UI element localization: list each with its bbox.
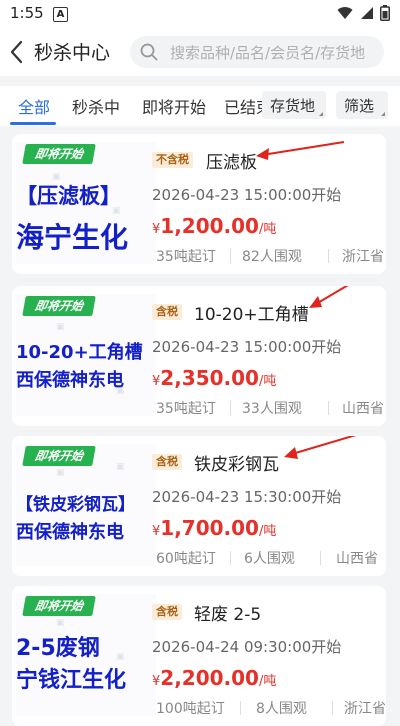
signal-icon: [361, 7, 373, 19]
chevron-left-icon: [10, 40, 23, 64]
dropdown-corner-icon: [381, 112, 385, 116]
tabs-scroller: 全部 秒杀中 即将开始 已结束: [0, 86, 264, 126]
view-count: 6人围观: [244, 551, 295, 567]
back-button[interactable]: [6, 38, 30, 66]
product-image: ▣ ▣ 即将开始 【铁皮彩钢瓦】 西保德神东电: [16, 444, 156, 566]
min-order: 35吨起订: [156, 249, 216, 265]
image-text-line1: 【铁皮彩钢瓦】: [16, 495, 135, 515]
product-image: ▣ ▣ 即将开始 10-20+工角槽 西保德神东电: [16, 294, 156, 416]
listing-card[interactable]: ▣ ▣ 即将开始 10-20+工角槽 西保德神东电 含税 10-20+工角槽 2…: [12, 286, 386, 426]
header: 秒杀中心 搜索品种/品名/会员名/存货地: [0, 28, 400, 76]
product-name: 铁皮彩钢瓦: [194, 455, 279, 475]
product-image: ▣ ▣ 即将开始 2-5废钢 宁钱江生化: [16, 594, 156, 716]
start-time: 2026-04-23 15:00:00开始: [152, 186, 342, 204]
price-unit: /吨: [258, 222, 277, 237]
image-text-line2: 西保德神东电: [16, 370, 124, 391]
price: ¥1,700.00/吨: [152, 516, 276, 540]
watermark-icon: ▣: [116, 462, 125, 472]
tax-badge: 含税: [152, 454, 182, 470]
listing-card[interactable]: ▣ ▣ 即将开始 【铁皮彩钢瓦】 西保德神东电 含税 铁皮彩钢瓦 2026-04…: [12, 436, 386, 576]
listing-card[interactable]: ▣ ▣ 即将开始 【压滤板】 海宁生化 不含税 压滤板 2026-04-23 1…: [12, 134, 386, 274]
status-badge: 即将开始: [22, 446, 96, 466]
status-badge: 即将开始: [22, 144, 96, 164]
price-unit: /吨: [258, 674, 277, 689]
min-order: 100吨起订: [156, 701, 225, 717]
divider: [230, 249, 231, 263]
dropdown-corner-icon: [319, 112, 323, 116]
tab-upcoming[interactable]: 即将开始: [142, 94, 206, 118]
status-bar: 1:55 A: [0, 0, 400, 28]
divider: [240, 701, 241, 715]
tab-all[interactable]: 全部: [18, 94, 50, 118]
tax-badge: 含税: [152, 604, 182, 620]
province: 山西省: [342, 401, 384, 417]
min-order: 60吨起订: [156, 551, 216, 567]
view-count: 8人围观: [256, 701, 307, 717]
search-placeholder: 搜索品种/品名/会员名/存货地: [170, 44, 366, 62]
wifi-icon: [337, 7, 353, 20]
status-time: 1:55: [10, 4, 44, 22]
tax-badge: 含税: [152, 304, 182, 320]
start-time: 2026-04-23 15:30:00开始: [152, 488, 342, 506]
filter-button[interactable]: 筛选: [336, 91, 388, 119]
image-text-line1: 10-20+工角槽: [16, 342, 143, 363]
status-icons: [337, 5, 390, 21]
divider: [230, 551, 231, 565]
watermark-icon: ▣: [56, 468, 65, 478]
location-dropdown[interactable]: 存货地: [262, 91, 326, 119]
tabs-bar: 全部 秒杀中 即将开始 已结束 存货地 筛选: [0, 86, 400, 126]
battery-icon: [380, 5, 390, 21]
price: ¥2,200.00/吨: [152, 666, 276, 690]
product-name: 压滤板: [206, 153, 257, 173]
view-count: 82人围观: [242, 249, 302, 265]
start-time: 2026-04-23 15:00:00开始: [152, 338, 342, 356]
province: 浙江省: [344, 701, 386, 717]
tab-ended[interactable]: 已结束: [224, 94, 264, 118]
search-icon: [140, 43, 158, 61]
price-amount: 2,350.00: [160, 366, 259, 390]
watermark-icon: ▣: [116, 652, 125, 662]
active-tab-indicator: [10, 122, 56, 125]
image-text-line1: 【压滤板】: [16, 184, 121, 208]
image-text-line2: 海宁生化: [16, 221, 129, 254]
image-text-line2: 宁钱江生化: [16, 668, 127, 693]
product-name: 轻废 2-5: [194, 605, 262, 625]
price-amount: 1,700.00: [160, 516, 259, 540]
listing-card[interactable]: ▣ ▣ 即将开始 2-5废钢 宁钱江生化 含税 轻废 2-5 2026-04-2…: [12, 586, 386, 726]
price: ¥1,200.00/吨: [152, 214, 276, 238]
divider: [320, 551, 321, 565]
image-text-line2: 西保德神东电: [16, 522, 124, 543]
search-input[interactable]: 搜索品种/品名/会员名/存货地: [130, 36, 384, 68]
annotation-arrow-icon: [256, 141, 345, 160]
product-image: ▣ ▣ 即将开始 【压滤板】 海宁生化: [16, 142, 156, 264]
divider: [328, 249, 329, 263]
view-count: 33人围观: [242, 401, 302, 417]
filter-button-label: 筛选: [344, 97, 375, 115]
divider: [328, 401, 329, 415]
watermark-icon: ▣: [56, 618, 65, 628]
price-unit: /吨: [258, 374, 277, 389]
price-unit: /吨: [258, 524, 277, 539]
annotation-arrow-icon: [309, 286, 349, 308]
status-badge: 即将开始: [22, 296, 96, 316]
watermark-icon: ▣: [56, 322, 65, 332]
status-badge: 即将开始: [22, 596, 96, 616]
image-text-line1: 2-5废钢: [16, 636, 100, 661]
product-name: 10-20+工角槽: [194, 305, 309, 325]
price-amount: 1,200.00: [160, 214, 259, 238]
province: 山西省: [336, 551, 378, 567]
tax-badge: 不含税: [152, 152, 193, 168]
divider: [332, 701, 333, 715]
tab-ongoing[interactable]: 秒杀中: [72, 94, 120, 118]
notification-icon: A: [53, 7, 68, 22]
price: ¥2,350.00/吨: [152, 366, 276, 390]
location-dropdown-label: 存货地: [270, 97, 316, 115]
annotation-arrow-icon: [284, 436, 357, 459]
province: 浙江省: [342, 249, 384, 265]
divider: [230, 401, 231, 415]
page-title: 秒杀中心: [34, 42, 111, 64]
start-time: 2026-04-24 09:30:00开始: [152, 638, 342, 656]
price-amount: 2,200.00: [160, 666, 259, 690]
min-order: 35吨起订: [156, 401, 216, 417]
